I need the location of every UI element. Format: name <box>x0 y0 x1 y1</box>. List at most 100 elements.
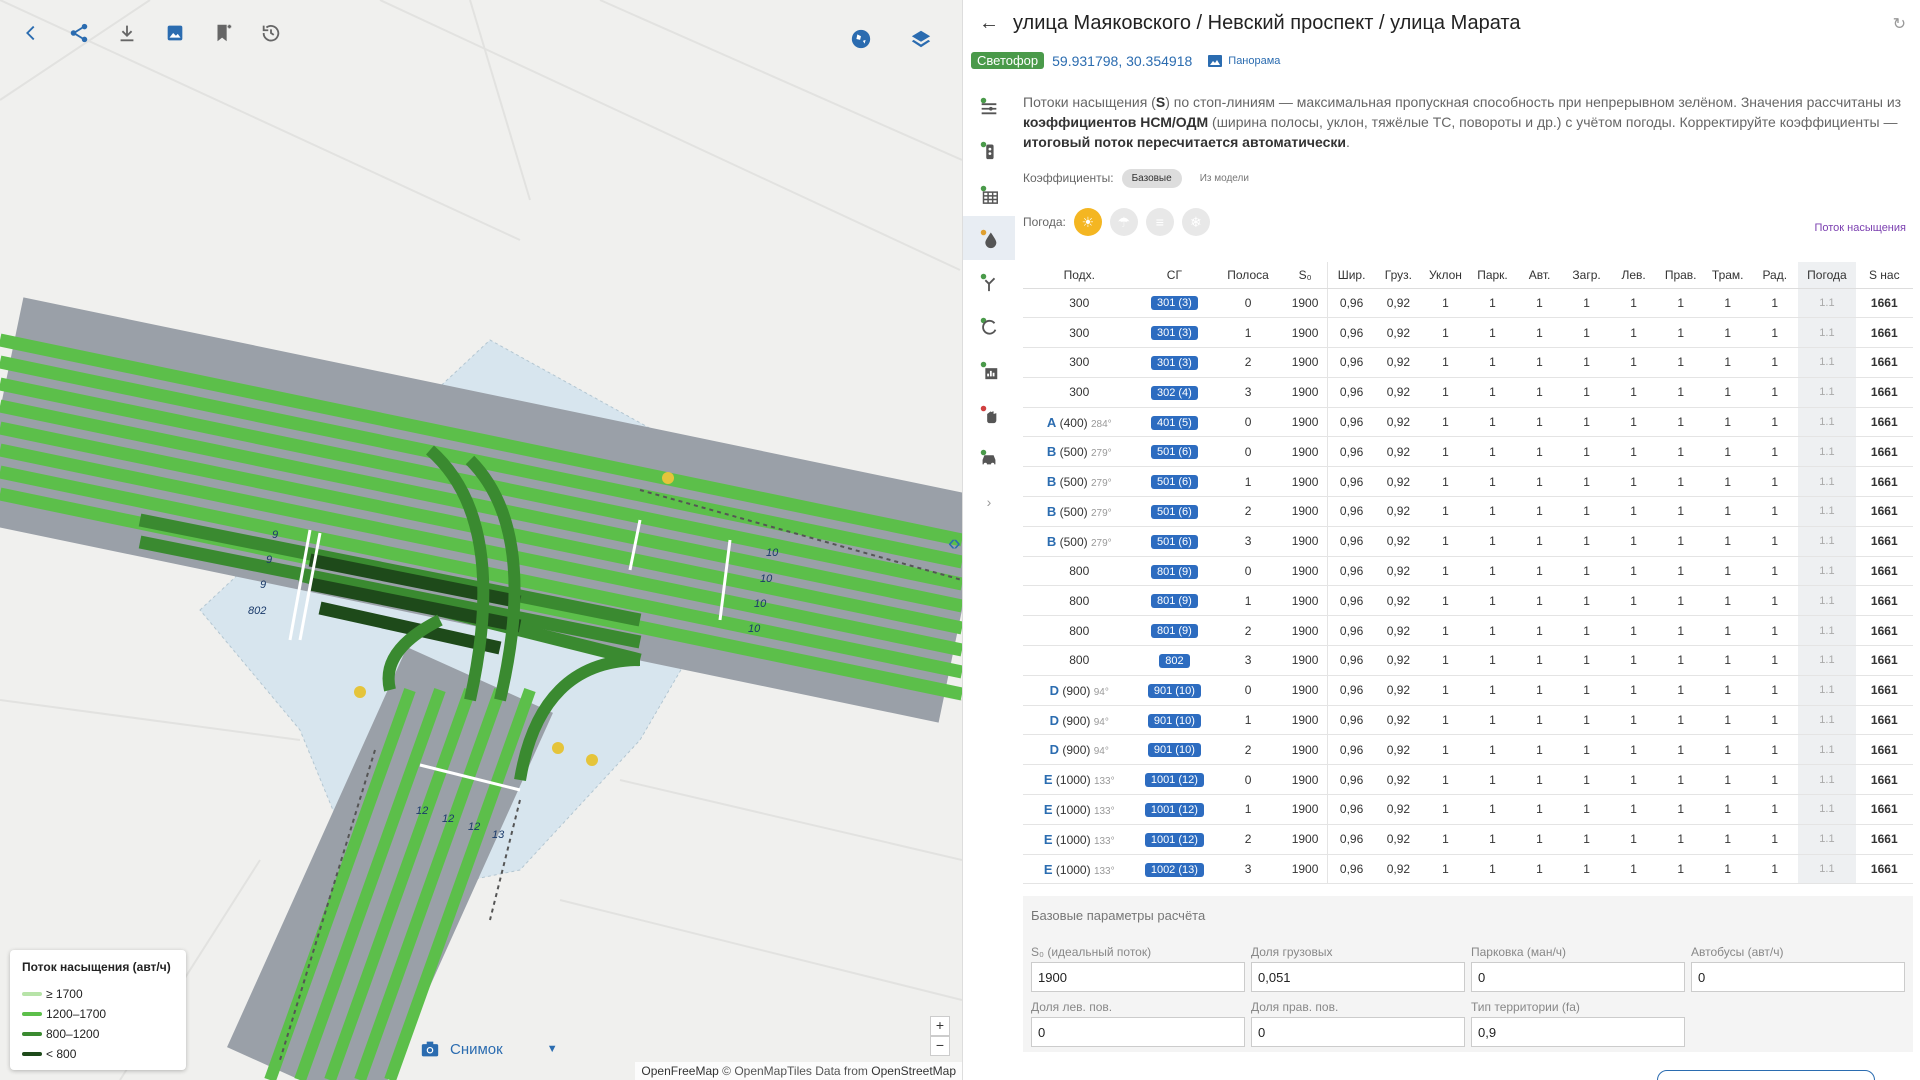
saturation-flow-link[interactable]: Поток насыщения <box>1814 222 1906 234</box>
cell-t[interactable]: 1 <box>1704 734 1752 766</box>
refresh-icon[interactable]: ↻ <box>1893 14 1906 34</box>
cell-z[interactable]: 1 <box>1563 794 1611 825</box>
traffic-light-marker[interactable] <box>552 742 564 754</box>
cell-u[interactable]: 1 <box>1421 854 1469 885</box>
cell-g[interactable]: 0,92 <box>1374 794 1422 825</box>
cell-a[interactable]: 1 <box>1516 675 1564 706</box>
col-header[interactable]: S нас <box>1855 262 1913 289</box>
cell-g[interactable]: 0,92 <box>1374 824 1422 855</box>
cell-w[interactable]: 0,96 <box>1327 764 1375 796</box>
cell-z[interactable]: 1 <box>1563 436 1611 468</box>
cell-z[interactable]: 1 <box>1563 675 1611 706</box>
panel-resize-handle[interactable]: ‹› <box>948 530 961 556</box>
col-header[interactable]: Загр. <box>1563 262 1611 289</box>
cell-t[interactable]: 1 <box>1704 288 1752 319</box>
signal-group-badge[interactable]: 401 (5) <box>1150 415 1198 430</box>
sun-icon[interactable]: ☀ <box>1073 208 1102 236</box>
cell-u[interactable]: 1 <box>1421 526 1469 557</box>
cell-l[interactable]: 1 <box>1610 675 1658 706</box>
col-header[interactable]: Уклон <box>1421 262 1469 289</box>
table-row[interactable]: D (900) 94° 901 (10) 0 1900 0,96 0,92 1 1 1 1 1 1 1 1… <box>1023 675 1913 706</box>
table-row[interactable]: 300 301 (3) 2 1900 0,96 0,92 1 1 1 1 1 1 1 1 1.1 1661 <box>1023 347 1913 378</box>
cell-g[interactable]: 0,92 <box>1374 496 1422 527</box>
cell-l[interactable]: 1 <box>1610 347 1658 378</box>
cell-w[interactable]: 0,96 <box>1327 407 1375 438</box>
cell-rd[interactable]: 1 <box>1751 526 1799 557</box>
cell-z[interactable]: 1 <box>1563 556 1611 587</box>
cell-u[interactable]: 1 <box>1421 794 1469 825</box>
signal-group-badge[interactable]: 901 (10) <box>1147 683 1201 698</box>
cell-p[interactable]: 1 <box>1468 794 1516 825</box>
cell-p[interactable]: 1 <box>1468 288 1516 319</box>
cell-g[interactable]: 0,92 <box>1374 615 1422 647</box>
col-header[interactable]: Погода <box>1798 262 1856 289</box>
back-icon[interactable] <box>16 18 46 48</box>
cell-l[interactable]: 1 <box>1610 615 1658 647</box>
cell-t[interactable]: 1 <box>1704 615 1752 647</box>
nav-branches[interactable] <box>963 260 1015 304</box>
cell-rd[interactable]: 1 <box>1751 615 1799 647</box>
cell-a[interactable]: 1 <box>1516 347 1564 378</box>
table-row[interactable]: E (1000) 133° 1001 (12) 0 1900 0,96 0,92 1 1 1 1 1… <box>1023 764 1913 796</box>
cell-w[interactable]: 0,96 <box>1327 675 1375 706</box>
cell-p[interactable]: 1 <box>1468 645 1516 676</box>
cell-p[interactable]: 1 <box>1468 436 1516 468</box>
cell-r[interactable]: 1 <box>1657 705 1705 736</box>
cell-a[interactable]: 1 <box>1516 288 1564 319</box>
signal-group-badge[interactable]: 501 (6) <box>1150 534 1198 549</box>
cell-l[interactable]: 1 <box>1610 288 1658 319</box>
cell-z[interactable]: 1 <box>1563 854 1611 885</box>
cell-z[interactable]: 1 <box>1563 407 1611 438</box>
cell-z[interactable]: 1 <box>1563 347 1611 378</box>
cell-wt[interactable]: 1.1 <box>1798 556 1856 587</box>
col-header[interactable]: Прав. <box>1657 262 1705 289</box>
cell-g[interactable]: 0,92 <box>1374 556 1422 587</box>
cell-wt[interactable]: 1.1 <box>1798 705 1856 736</box>
cell-t[interactable]: 1 <box>1704 496 1752 527</box>
cell-r[interactable]: 1 <box>1657 407 1705 438</box>
cell-t[interactable]: 1 <box>1704 436 1752 468</box>
cell-t[interactable]: 1 <box>1704 407 1752 438</box>
table-row[interactable]: 800 801 (9) 2 1900 0,96 0,92 1 1 1 1 1 1 1 1 1.1 1661 <box>1023 615 1913 647</box>
cell-l[interactable]: 1 <box>1610 734 1658 766</box>
globe-icon[interactable] <box>846 24 876 54</box>
cell-u[interactable]: 1 <box>1421 764 1469 796</box>
buses-input[interactable] <box>1691 962 1905 992</box>
nav-settings[interactable] <box>963 84 1015 128</box>
cell-wt[interactable]: 1.1 <box>1798 347 1856 378</box>
cell-l[interactable]: 1 <box>1610 407 1658 438</box>
cell-t[interactable]: 1 <box>1704 824 1752 855</box>
col-header[interactable]: СГ <box>1135 262 1214 289</box>
table-row[interactable]: D (900) 94° 901 (10) 2 1900 0,96 0,92 1 1 1 1 1 1 1 1… <box>1023 734 1913 766</box>
cell-z[interactable]: 1 <box>1563 764 1611 796</box>
cell-a[interactable]: 1 <box>1516 794 1564 825</box>
cell-wt[interactable]: 1.1 <box>1798 317 1856 349</box>
cell-r[interactable]: 1 <box>1657 466 1705 498</box>
cell-wt[interactable]: 1.1 <box>1798 436 1856 468</box>
cell-t[interactable]: 1 <box>1704 675 1752 706</box>
cell-u[interactable]: 1 <box>1421 824 1469 855</box>
col-header[interactable]: Авт. <box>1516 262 1564 289</box>
s0-input[interactable] <box>1031 962 1245 992</box>
cell-z[interactable]: 1 <box>1563 645 1611 676</box>
cell-u[interactable]: 1 <box>1421 675 1469 706</box>
cell-wt[interactable]: 1.1 <box>1798 645 1856 676</box>
cell-a[interactable]: 1 <box>1516 317 1564 349</box>
history-icon[interactable] <box>256 18 286 48</box>
cell-rd[interactable]: 1 <box>1751 645 1799 676</box>
cell-u[interactable]: 1 <box>1421 585 1469 617</box>
nav-cycle[interactable] <box>963 304 1015 348</box>
cell-r[interactable]: 1 <box>1657 824 1705 855</box>
cell-rd[interactable]: 1 <box>1751 854 1799 885</box>
table-row[interactable]: E (1000) 133° 1001 (12) 2 1900 0,96 0,92 1 1 1 1 1… <box>1023 824 1913 855</box>
layers-icon[interactable] <box>906 24 936 54</box>
cell-g[interactable]: 0,92 <box>1374 466 1422 498</box>
cell-g[interactable]: 0,92 <box>1374 347 1422 378</box>
cell-u[interactable]: 1 <box>1421 645 1469 676</box>
traffic-light-marker[interactable] <box>586 754 598 766</box>
cell-g[interactable]: 0,92 <box>1374 288 1422 319</box>
signal-group-badge[interactable]: 301 (3) <box>1150 326 1198 341</box>
cell-r[interactable]: 1 <box>1657 764 1705 796</box>
cell-p[interactable]: 1 <box>1468 734 1516 766</box>
cell-u[interactable]: 1 <box>1421 466 1469 498</box>
